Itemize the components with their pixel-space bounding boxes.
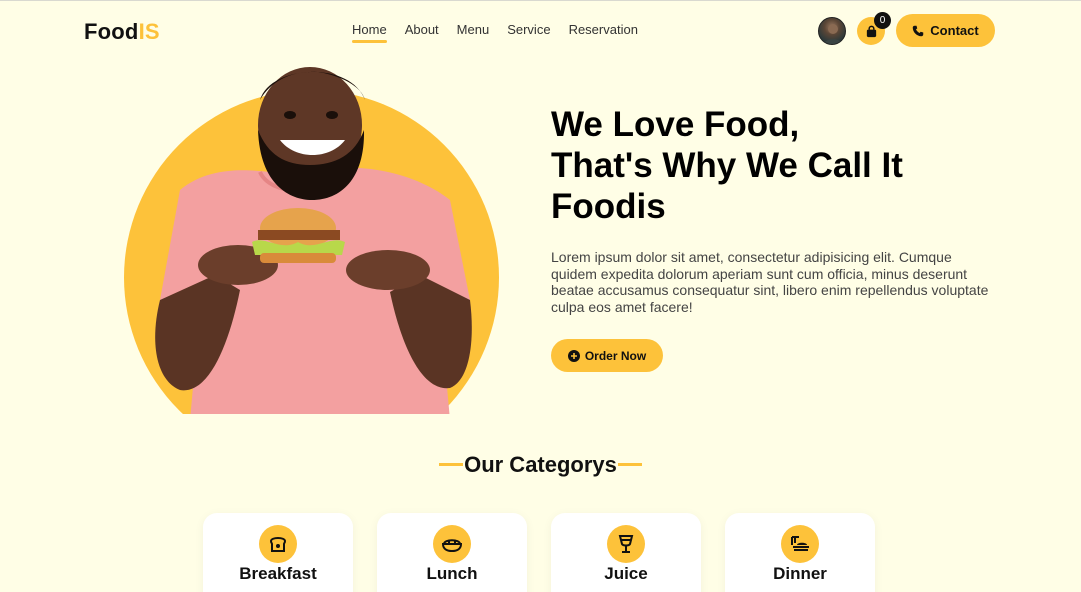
top-border	[0, 0, 1081, 1]
order-now-button[interactable]: Order Now	[551, 339, 663, 372]
category-label: Lunch	[426, 564, 478, 583]
category-card-lunch[interactable]: Lunch	[377, 513, 527, 592]
man-with-burger-illustration	[155, 67, 472, 414]
nav-menu[interactable]: Menu	[457, 22, 490, 37]
bowl-icon	[433, 525, 471, 563]
categories-title: Our Categorys	[464, 452, 617, 477]
hero-description: Lorem ipsum dolor sit amet, consectetur …	[551, 249, 989, 315]
nav-reservation[interactable]: Reservation	[569, 22, 638, 37]
logo[interactable]: FoodIS	[84, 19, 160, 45]
category-card-breakfast[interactable]: Breakfast	[203, 513, 353, 592]
hero-title-line-2: That's Why We Call It	[551, 146, 903, 185]
logo-main: Food	[84, 19, 139, 44]
user-avatar[interactable]	[818, 17, 846, 45]
logo-accent: IS	[138, 19, 160, 44]
categories-heading: Our Categorys	[0, 452, 1081, 478]
plus-circle-icon	[567, 349, 580, 362]
hero-title-line-3: Foodis	[551, 187, 666, 226]
category-label: Juice	[604, 564, 648, 583]
nav-service[interactable]: Service	[507, 22, 550, 37]
dish-icon	[781, 525, 819, 563]
hero-title: We Love Food, That's Why We Call It Food…	[551, 104, 991, 227]
bread-icon	[259, 525, 297, 563]
nav-about[interactable]: About	[405, 22, 439, 37]
heading-left-bar	[439, 462, 464, 466]
contact-label: Contact	[930, 23, 979, 38]
phone-icon	[913, 25, 924, 36]
heading-right-bar	[617, 462, 642, 466]
category-card-juice[interactable]: Juice	[551, 513, 701, 592]
nav-home[interactable]: Home	[352, 22, 387, 43]
category-card-dinner[interactable]: Dinner	[725, 513, 875, 592]
glass-icon	[607, 525, 645, 563]
contact-button[interactable]: Contact	[896, 14, 995, 47]
category-label: Dinner	[773, 564, 827, 583]
main-nav: Home About Menu Service Reservation	[352, 22, 638, 43]
hero-yellow-circle	[124, 90, 499, 414]
avatar-icon	[823, 24, 843, 44]
category-label: Breakfast	[239, 564, 317, 583]
hero-title-line-1: We Love Food,	[551, 105, 800, 144]
order-now-label: Order Now	[584, 348, 647, 363]
cart-count-badge: 0	[874, 12, 891, 29]
